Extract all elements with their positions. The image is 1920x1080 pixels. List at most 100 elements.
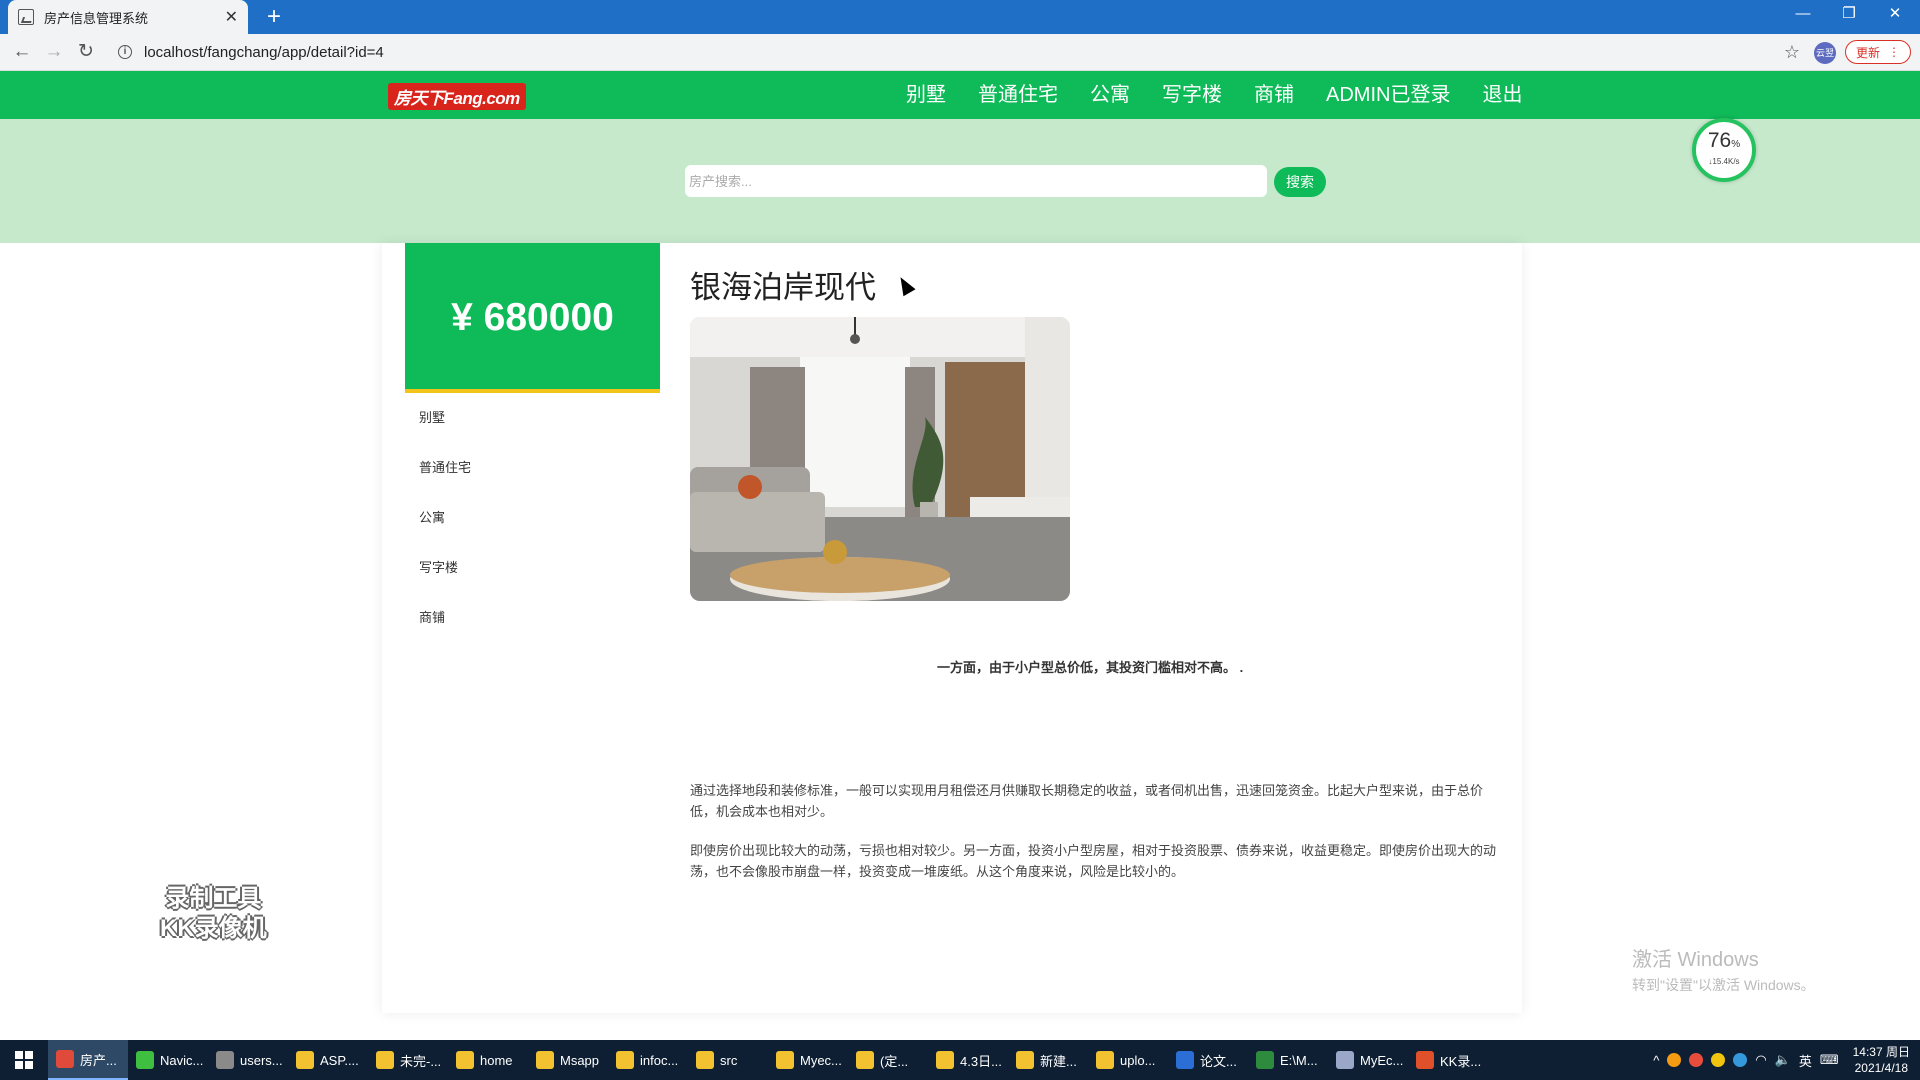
taskbar-app-button[interactable]: uplo...	[1088, 1040, 1168, 1080]
taskbar-app-button[interactable]: 4.3日...	[928, 1040, 1008, 1080]
system-tray: ^ ◠ 🔈 英 ⌨ 14:37 周日 2021/4/18	[1653, 1044, 1920, 1076]
taskbar-app-button[interactable]: (定...	[848, 1040, 928, 1080]
taskbar-app-button[interactable]: 房产...	[48, 1040, 128, 1080]
bookmark-star-icon[interactable]: ☆	[1778, 38, 1806, 66]
taskbar-app-button[interactable]: Navic...	[128, 1040, 208, 1080]
app-icon	[1176, 1051, 1194, 1069]
search-button[interactable]: 搜索	[1274, 167, 1326, 197]
taskbar-app-label: ASP....	[320, 1052, 359, 1068]
profile-avatar[interactable]: 云翌	[1814, 42, 1836, 64]
ime-indicator[interactable]: 英	[1799, 1051, 1812, 1070]
app-icon	[536, 1051, 554, 1069]
screen: 房产信息管理系统 ✕ + — ❐ ✕ ← → ↻ i localhost/fan…	[0, 0, 1920, 1080]
house-photo	[690, 317, 1070, 601]
taskbar-app-button[interactable]: E:\M...	[1248, 1040, 1328, 1080]
side-item-residence[interactable]: 普通住宅	[405, 447, 660, 497]
more-menu-icon: ⋮	[1888, 45, 1900, 59]
app-icon	[616, 1051, 634, 1069]
network-speed-widget[interactable]: 76% ↓15.4K/s	[1692, 118, 1756, 182]
clock-date: 2021/4/18	[1854, 1061, 1908, 1075]
taskbar-app-label: KK录...	[1440, 1053, 1482, 1069]
start-button[interactable]	[0, 1040, 48, 1080]
menu-residence[interactable]: 普通住宅	[962, 71, 1074, 119]
taskbar-app-button[interactable]: Myec...	[768, 1040, 848, 1080]
paragraph-1: 通过选择地段和装修标准，一般可以实现用月租偿还月供赚取长期稳定的收益，或者伺机出…	[690, 783, 1484, 819]
taskbar-apps: 房产... Navic... users... ASP.... 未完-... home Ms…	[48, 1040, 1488, 1080]
tray-app-icon[interactable]	[1667, 1053, 1682, 1067]
taskbar-app-label: src	[720, 1052, 738, 1068]
taskbar-app-label: users...	[240, 1052, 283, 1068]
app-icon	[456, 1051, 474, 1069]
restore-icon[interactable]: ❐	[1826, 0, 1872, 30]
tray-chevron-icon[interactable]: ^	[1653, 1053, 1659, 1068]
taskbar-app-button[interactable]: KK录...	[1408, 1040, 1488, 1080]
keyboard-icon[interactable]: ⌨	[1820, 1052, 1839, 1068]
taskbar-app-label: Msapp	[560, 1052, 600, 1068]
update-button[interactable]: 更新 ⋮	[1845, 40, 1911, 64]
side-menu: 别墅 普通住宅 公寓 写字楼 商铺	[405, 397, 660, 647]
taskbar-app-button[interactable]: infoc...	[608, 1040, 688, 1080]
window-close-icon[interactable]: ✕	[1872, 0, 1918, 30]
clock[interactable]: 14:37 周日 2021/4/18	[1853, 1044, 1910, 1076]
app-icon	[1256, 1051, 1274, 1069]
taskbar-app-label: 4.3日...	[960, 1053, 1002, 1069]
volume-icon[interactable]: 🔈	[1775, 1052, 1791, 1068]
taskbar-app-button[interactable]: 论文...	[1168, 1040, 1248, 1080]
browser-toolbar: ← → ↻ i localhost/fangchang/app/detail?i…	[0, 34, 1920, 71]
address-bar[interactable]: i localhost/fangchang/app/detail?id=4	[110, 38, 1780, 66]
taskbar-app-label: (定...	[880, 1053, 909, 1069]
taskbar-app-label: E:\M...	[1280, 1052, 1318, 1068]
site-info-icon[interactable]: i	[118, 45, 132, 59]
side-item-office[interactable]: 写字楼	[405, 547, 660, 597]
menu-villa[interactable]: 别墅	[890, 71, 962, 119]
windows-activation-watermark: 激活 Windows 转到"设置"以激活 Windows。	[1632, 943, 1815, 995]
taskbar-app-button[interactable]: src	[688, 1040, 768, 1080]
taskbar-app-button[interactable]: 未完-...	[368, 1040, 448, 1080]
browser-tab[interactable]: 房产信息管理系统 ✕	[8, 0, 248, 34]
menu-apartment[interactable]: 公寓	[1074, 71, 1146, 119]
taskbar: 房产... Navic... users... ASP.... 未完-... home Ms…	[0, 1040, 1920, 1080]
favicon-icon	[18, 9, 34, 25]
side-item-shop[interactable]: 商铺	[405, 597, 660, 647]
taskbar-app-label: home	[480, 1052, 513, 1068]
side-item-villa[interactable]: 别墅	[405, 397, 660, 447]
new-tab-button[interactable]: +	[260, 3, 288, 31]
activation-line-1: 激活 Windows	[1632, 949, 1759, 971]
taskbar-app-button[interactable]: 新建...	[1008, 1040, 1088, 1080]
taskbar-app-button[interactable]: Msapp	[528, 1040, 608, 1080]
menu-admin-status[interactable]: ADMIN已登录	[1310, 71, 1466, 119]
reload-icon[interactable]: ↻	[72, 38, 100, 66]
taskbar-app-label: Navic...	[160, 1052, 204, 1068]
taskbar-app-button[interactable]: users...	[208, 1040, 288, 1080]
app-icon	[936, 1051, 954, 1069]
network-icon[interactable]: ◠	[1755, 1052, 1766, 1068]
menu-shop[interactable]: 商铺	[1238, 71, 1310, 119]
menu-logout[interactable]: 退出	[1466, 71, 1538, 119]
search-input[interactable]	[685, 165, 1267, 197]
back-icon[interactable]: ←	[8, 38, 36, 66]
taskbar-app-button[interactable]: ASP....	[288, 1040, 368, 1080]
minimize-icon[interactable]: —	[1780, 0, 1826, 30]
taskbar-app-button[interactable]: MyEc...	[1328, 1040, 1408, 1080]
taskbar-app-label: MyEc...	[1360, 1052, 1404, 1068]
taskbar-app-label: 未完-...	[400, 1053, 442, 1069]
taskbar-app-label: 房产...	[80, 1052, 117, 1068]
site-header: 房天下Fang.com 别墅 普通住宅 公寓 写字楼 商铺 ADMIN已登录 退…	[0, 71, 1920, 119]
tray-app-icon[interactable]	[1711, 1053, 1726, 1067]
taskbar-app-label: infoc...	[640, 1052, 679, 1068]
main-menu: 别墅 普通住宅 公寓 写字楼 商铺 ADMIN已登录 退出	[890, 71, 1538, 119]
taskbar-app-button[interactable]: home	[448, 1040, 528, 1080]
menu-office[interactable]: 写字楼	[1146, 71, 1238, 119]
recorder-line-2: KK录像机	[160, 915, 267, 942]
forward-icon[interactable]: →	[40, 38, 68, 66]
tab-close-icon[interactable]: ✕	[225, 7, 238, 27]
app-icon	[856, 1051, 874, 1069]
net-speed: ↓15.4K/s	[1708, 157, 1740, 166]
site-logo[interactable]: 房天下Fang.com	[388, 83, 526, 110]
browser-tabstrip: 房产信息管理系统 ✕ + — ❐ ✕	[0, 0, 1920, 34]
app-icon	[56, 1050, 74, 1068]
side-item-apartment[interactable]: 公寓	[405, 497, 660, 547]
tray-app-icon[interactable]	[1733, 1053, 1748, 1067]
paragraph-2: 即使房价出现比较大的动荡，亏损也相对较少。另一方面，投资小户型房屋，相对于投资股…	[690, 843, 1497, 879]
tray-app-icon[interactable]	[1689, 1053, 1704, 1067]
